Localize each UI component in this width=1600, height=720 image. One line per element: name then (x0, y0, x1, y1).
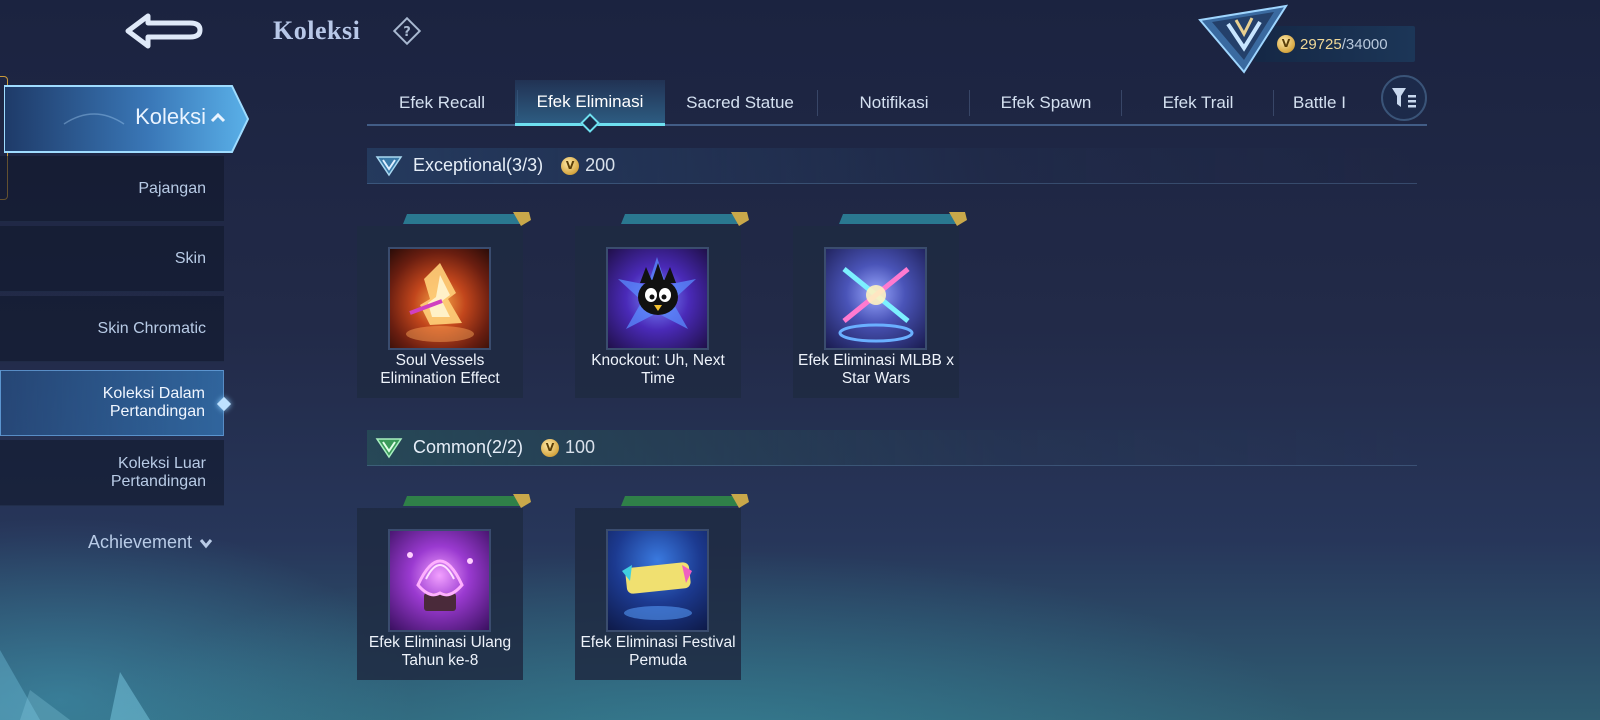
section-header-exceptional: Exceptional(3/3) 200 (367, 148, 1417, 184)
exceptional-ribbon (403, 212, 531, 226)
points-current: 29725 (1300, 35, 1342, 53)
active-indicator (216, 396, 232, 412)
item-thumbnail (606, 529, 709, 632)
tab-divider (1273, 90, 1274, 116)
question-diamond-icon[interactable]: ? (392, 16, 422, 46)
tab-battle[interactable]: Battle I (1275, 80, 1385, 126)
common-ribbon (621, 494, 749, 508)
collection-card[interactable]: Efek Eliminasi Festival Pemuda (575, 494, 749, 680)
tab-divider (969, 90, 970, 116)
tab-label: Notifikasi (859, 93, 929, 112)
exceptional-rank-icon (375, 155, 403, 176)
sidebar-item-achievement[interactable]: Achievement (88, 532, 214, 553)
item-name: Efek Eliminasi Ulang Tahun ke-8 (368, 634, 512, 669)
page-title: Koleksi (273, 16, 361, 45)
sidebar-item-koleksi-dalam-pertandingan[interactable]: Koleksi Dalam Pertandingan (0, 370, 232, 436)
item-name: Knockout: Uh, Next Time (591, 352, 725, 387)
sidebar-item-label: Koleksi Luar Pertandingan (110, 454, 206, 490)
sidebar-item-label: Skin (174, 249, 206, 267)
rank-emblem-icon (1198, 2, 1289, 74)
collection-card[interactable]: Knockout: Uh, Next Time (575, 212, 749, 398)
v-coin-icon (561, 156, 580, 175)
tab-divider (1121, 90, 1122, 116)
item-name: Soul Vessels Elimination Effect (380, 352, 500, 387)
exceptional-ribbon (621, 212, 749, 226)
collection-card[interactable]: Soul Vessels Elimination Effect (357, 212, 531, 398)
item-name: Efek Eliminasi MLBB x Star Wars (798, 352, 954, 387)
tab-label: Sacred Statue (686, 93, 794, 112)
back-button[interactable] (120, 6, 210, 56)
filter-button[interactable] (1381, 75, 1427, 121)
sidebar-header-label: Koleksi (135, 104, 206, 129)
section-cost: 200 (585, 155, 616, 175)
tab-efek-trail[interactable]: Efek Trail (1123, 80, 1273, 126)
points-max: /34000 (1341, 35, 1388, 53)
collection-screen: Koleksi ? 29725 /34000 (0, 0, 1600, 720)
collection-card[interactable]: Efek Eliminasi Ulang Tahun ke-8 (357, 494, 531, 680)
sidebar-item-label: Koleksi Dalam Pertandingan (102, 385, 205, 420)
item-thumbnail (388, 247, 491, 350)
item-thumbnail (606, 247, 709, 350)
sidebar-header-koleksi[interactable]: Koleksi (4, 84, 250, 154)
common-ribbon (403, 494, 531, 508)
tab-notifikasi[interactable]: Notifikasi (819, 80, 969, 126)
section-header-common: Common(2/2) 100 (367, 430, 1417, 466)
section-title: Common(2/2) (413, 437, 524, 457)
chevron-up-icon (210, 112, 226, 123)
item-thumbnail (824, 247, 927, 350)
item-thumbnail (388, 529, 491, 632)
decorative-shards (0, 650, 150, 720)
tab-label: Efek Eliminasi (536, 91, 644, 111)
v-coin-icon (541, 438, 560, 457)
sidebar-item-label: Skin Chromatic (97, 319, 206, 337)
tab-sacred-statue[interactable]: Sacred Statue (665, 80, 815, 126)
section-cost: 100 (565, 437, 596, 457)
exceptional-ribbon (839, 212, 967, 226)
tab-divider (817, 90, 818, 116)
sidebar-item-skin[interactable]: Skin (0, 226, 224, 292)
section-title: Exceptional(3/3) (413, 155, 544, 175)
chevron-down-icon (199, 538, 213, 548)
sidebar-item-koleksi-luar-pertandingan[interactable]: Koleksi Luar Pertandingan (0, 440, 224, 506)
svg-text:?: ? (403, 25, 411, 40)
tab-efek-recall[interactable]: Efek Recall (367, 80, 517, 126)
filter-icon (1392, 88, 1416, 108)
sidebar-item-skin-chromatic[interactable]: Skin Chromatic (0, 296, 224, 362)
tab-label: Efek Spawn (1000, 93, 1092, 112)
collection-card[interactable]: Efek Eliminasi MLBB x Star Wars (793, 212, 967, 398)
tab-label: Battle I (1293, 93, 1346, 112)
common-rank-icon (375, 437, 403, 458)
category-tabs: Efek Recall Efek Eliminasi Sacred Statue… (367, 80, 1427, 126)
item-name: Efek Eliminasi Festival Pemuda (580, 634, 736, 669)
back-arrow-icon (125, 13, 203, 49)
achievement-label: Achievement (88, 532, 193, 552)
sidebar-item-pajangan[interactable]: Pajangan (0, 156, 224, 222)
tab-efek-spawn[interactable]: Efek Spawn (971, 80, 1121, 126)
tab-label: Efek Recall (399, 93, 485, 112)
tab-label: Efek Trail (1162, 93, 1234, 112)
sidebar-item-label: Pajangan (138, 179, 206, 197)
